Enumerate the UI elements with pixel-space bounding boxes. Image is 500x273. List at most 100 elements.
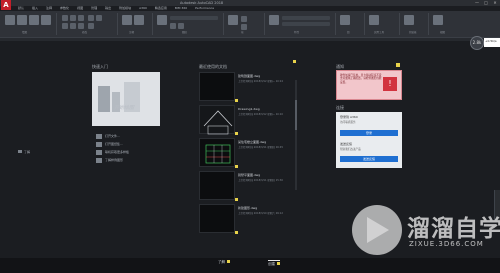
- pin-icon[interactable]: [235, 99, 238, 102]
- signin-subtitle: 访问联机服务: [340, 121, 356, 124]
- ribbon-group-label: 修改: [82, 31, 88, 34]
- recent-document-item[interactable]: 某住宅楼立面图.dwg 上次打开时间 2018/3/11 星期日 16:45: [199, 138, 297, 169]
- notification-card[interactable]: 硬件加速已禁用，显卡驱动程序不受支持或未正确配置，请检查图形性能设置。 !: [336, 70, 402, 100]
- ribbon-group-label: 剪贴板: [409, 31, 417, 34]
- recent-document-item[interactable]: 新建图形.dwg 上次打开时间 2018/3/10 星期六 09:12: [199, 204, 297, 235]
- layer-freeze-icon[interactable]: [170, 23, 176, 29]
- recent-document-item[interactable]: Drawing1.dwg 上次打开时间 2018/3/12 星期一 10:10: [199, 105, 297, 136]
- ribbon-group-view: 视图: [430, 13, 460, 35]
- group-icon[interactable]: [340, 15, 350, 25]
- connect-panel: 登录到 A360 访问联机服务 登录 发送反馈 帮助我们改进产品 发送反馈: [336, 112, 402, 168]
- tab-learn-label: 了解: [218, 260, 225, 264]
- watermark: 溜溜自学 ZIXUE.3D66.COM: [352, 205, 500, 260]
- linetype-dropdown[interactable]: [282, 22, 330, 26]
- layer-lock-icon[interactable]: [178, 23, 184, 29]
- tab-learn[interactable]: 了解: [218, 260, 230, 265]
- pin-icon[interactable]: [235, 198, 238, 201]
- signin-button[interactable]: 登录: [340, 130, 398, 136]
- help-badge[interactable]: 2.8k: [470, 36, 484, 50]
- circle-tool-icon[interactable]: [29, 15, 39, 25]
- document-name: Drawing1.dwg: [238, 107, 260, 111]
- sample-drawings-link[interactable]: 了解样例图形: [96, 156, 129, 164]
- recent-document-item[interactable]: 建筑剖面图.dwg 上次打开时间 2018/3/12 星期一 10:24: [199, 72, 297, 103]
- document-meta: 上次打开时间 2018/3/11 星期日 16:45: [238, 146, 283, 149]
- create-block-icon[interactable]: [241, 16, 247, 22]
- insert-block-icon[interactable]: [228, 15, 238, 25]
- layer-dropdown[interactable]: [170, 16, 218, 20]
- notification-dot-icon: [227, 260, 230, 263]
- start-drawing-card[interactable]: 开始绘图: [92, 72, 160, 126]
- document-meta: 上次打开时间 2018/3/10 星期六 09:12: [238, 212, 283, 215]
- document-meta: 上次打开时间 2018/3/12 星期一 10:24: [238, 80, 283, 83]
- document-name: 新建图形.dwg: [238, 206, 258, 210]
- polyline-tool-icon[interactable]: [17, 15, 27, 25]
- ribbon-group-label: 注释: [129, 31, 135, 34]
- learn-side-link[interactable]: 了解: [18, 150, 30, 154]
- bottom-bar: [0, 258, 500, 273]
- fillet-icon[interactable]: [78, 23, 84, 29]
- pin-icon[interactable]: [293, 60, 296, 63]
- open-file-label: 打开文件...: [105, 134, 120, 138]
- open-sheet-set-link[interactable]: 打开图纸集...: [96, 140, 129, 148]
- document-thumbnail: [199, 171, 235, 200]
- ribbon-group-label: 组: [347, 31, 350, 34]
- text-tool-icon[interactable]: [122, 15, 132, 25]
- feedback-title: 发送反馈: [340, 142, 353, 146]
- move-icon[interactable]: [62, 15, 68, 21]
- get-templates-link[interactable]: 联机获取更多样板: [96, 148, 129, 156]
- notification-flag-icon: [396, 63, 400, 67]
- autocad-logo-icon[interactable]: A: [1, 0, 11, 10]
- stretch-icon[interactable]: [88, 15, 94, 21]
- open-sheet-set-label: 打开图纸集...: [105, 142, 123, 146]
- mirror-icon[interactable]: [70, 23, 76, 29]
- ribbon-group-draw: 绘图: [2, 13, 57, 35]
- viewport-icon[interactable]: [433, 15, 443, 25]
- match-properties-icon[interactable]: [269, 15, 279, 25]
- document-name: 某住宅楼立面图.dwg: [238, 140, 267, 144]
- arc-tool-icon[interactable]: [41, 15, 51, 25]
- ribbon-group-utilities: 实用工具: [366, 13, 400, 35]
- document-thumbnail: [199, 138, 235, 167]
- paste-icon[interactable]: [404, 15, 414, 25]
- notification-text: 硬件加速已禁用，显卡驱动程序不受支持或未正确配置，请检查图形性能设置。: [340, 74, 382, 84]
- ribbon-group-annotation: 注释: [119, 13, 153, 35]
- scrollbar-thumb[interactable]: [295, 100, 297, 130]
- scale-icon[interactable]: [96, 15, 102, 21]
- ribbon-group-label: 特性: [294, 31, 300, 34]
- pin-icon[interactable]: [235, 231, 238, 234]
- ribbon-group-label: 视图: [440, 31, 446, 34]
- document-thumbnail: [199, 204, 235, 233]
- layer-properties-icon[interactable]: [157, 15, 167, 25]
- measure-icon[interactable]: [369, 15, 379, 25]
- ribbon-group-layers: 图层: [154, 13, 224, 35]
- open-file-link[interactable]: 打开文件...: [96, 132, 129, 140]
- watermark-subtext: ZIXUE.3D66.COM: [409, 240, 484, 248]
- ribbon-panel: 绘图 修改 注释 图层 块 特性 组 实用工具 剪贴板 视图: [0, 11, 500, 38]
- folder-icon: [96, 133, 102, 139]
- learn-side-label: 了解: [24, 150, 31, 154]
- document-name: 建筑剖面图.dwg: [238, 74, 261, 78]
- copy-icon[interactable]: [62, 23, 68, 29]
- sheet-set-icon: [96, 141, 102, 147]
- connect-title: 连接: [336, 105, 344, 110]
- pin-icon[interactable]: [235, 132, 238, 135]
- send-feedback-button[interactable]: 发送反馈: [340, 156, 398, 162]
- ribbon-group-label: 绘图: [22, 31, 28, 34]
- file-tab-strip: [0, 38, 500, 41]
- document-thumbnail: [199, 72, 235, 101]
- tab-create[interactable]: 创建: [268, 260, 280, 267]
- trim-icon[interactable]: [78, 15, 84, 21]
- ribbon-group-label: 实用工具: [374, 31, 385, 34]
- help-side-tooltip: +0.5k/s: [484, 38, 500, 47]
- recent-document-item[interactable]: 别墅平面图.dwg 上次打开时间 2018/3/11 星期日 15:30: [199, 171, 297, 202]
- play-logo-icon: [352, 205, 402, 255]
- rotate-icon[interactable]: [70, 15, 76, 21]
- line-tool-icon[interactable]: [5, 15, 15, 25]
- color-dropdown[interactable]: [282, 16, 330, 20]
- roof-drawing-icon: [203, 110, 233, 135]
- recent-scrollbar[interactable]: [295, 80, 297, 190]
- pin-icon[interactable]: [235, 165, 238, 168]
- dimension-tool-icon[interactable]: [134, 15, 144, 25]
- ribbon-group-properties: 特性: [266, 13, 336, 35]
- array-icon[interactable]: [88, 23, 94, 29]
